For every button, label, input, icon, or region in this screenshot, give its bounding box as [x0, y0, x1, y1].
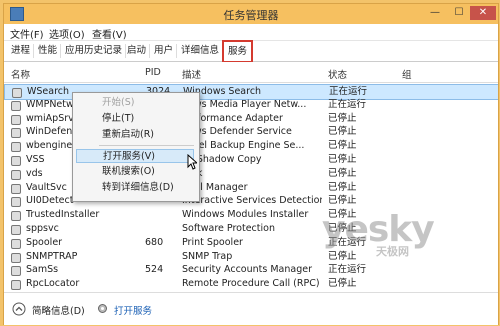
service-status: 正在运行 — [328, 264, 367, 276]
service-description: Remote Procedure Call (RPC) ... — [182, 278, 322, 290]
service-pid: 680 — [145, 236, 164, 248]
service-status: 已停止 — [328, 167, 357, 179]
service-description: Level Backup Engine Se... — [182, 140, 305, 152]
table-row[interactable]: sppsvc Software Protection 已停止 — [4, 222, 498, 236]
service-pid: 524 — [145, 264, 164, 276]
menu-item-goto-details[interactable]: 转到详细信息(D) — [76, 181, 194, 195]
service-status: 正在运行 — [329, 86, 368, 97]
service-icon — [11, 252, 21, 263]
close-button[interactable]: ✕ — [470, 6, 496, 20]
service-icon — [11, 225, 21, 235]
service-status: 已停止 — [328, 154, 357, 165]
column-pid[interactable]: PID — [145, 67, 161, 78]
service-icon — [11, 211, 21, 222]
service-description: Interactive Services Detection — [182, 195, 322, 207]
service-description: Software Protection — [182, 223, 275, 234]
service-description: dows Media Player Netw... — [182, 98, 307, 110]
table-row[interactable]: RpcLocator Remote Procedure Call (RPC) ..… — [4, 277, 498, 291]
service-status: 已停止 — [328, 250, 357, 262]
service-icon — [11, 169, 21, 180]
service-icon — [11, 266, 21, 277]
open-services-link[interactable]: 打开服务 — [114, 303, 152, 317]
service-icon — [11, 280, 21, 291]
maximize-button[interactable]: ☐ — [448, 6, 470, 20]
service-status: 已停止 — [328, 209, 357, 221]
service-icon — [11, 128, 21, 139]
menu-options[interactable]: 选项(O) — [49, 26, 85, 41]
service-icon — [11, 183, 21, 194]
menu-item-open-services[interactable]: 打开服务(V) — [76, 149, 194, 163]
menu-view[interactable]: 查看(V) — [92, 26, 127, 41]
mouse-cursor-icon — [187, 154, 197, 170]
service-description: Windows Modules Installer — [182, 209, 309, 221]
table-row[interactable]: TrustedInstaller Windows Modules Installe… — [4, 208, 498, 222]
column-description[interactable]: 描述 — [182, 67, 201, 81]
service-icon — [11, 197, 21, 208]
context-menu: 开始(S) 停止(T) 重新启动(R) 打开服务(V) 联机搜索(O) 转到详细… — [72, 92, 200, 202]
task-manager-window: 任务管理器 — ☐ ✕ 文件(F) 选项(O) 查看(V) 进程 性能 应用历史… — [3, 3, 499, 325]
menu-separator — [99, 145, 194, 146]
service-description: Performance Adapter — [182, 112, 283, 124]
column-group[interactable]: 组 — [402, 67, 412, 81]
service-description: ne Shadow Copy — [182, 154, 262, 165]
tab-users[interactable]: 用户 — [151, 44, 178, 58]
tab-performance[interactable]: 性能 — [35, 44, 62, 58]
table-row[interactable]: SamSs 524 Security Accounts Manager 正在运行 — [4, 263, 498, 277]
menu-item-stop[interactable]: 停止(T) — [76, 112, 194, 126]
service-status: 已停止 — [328, 223, 357, 234]
service-name: RpcLocator — [26, 278, 80, 290]
service-name: SamSs — [26, 264, 59, 276]
menu-item-search-online[interactable]: 联机搜索(O) — [76, 165, 194, 179]
tab-details[interactable]: 详细信息 — [178, 44, 224, 58]
table-row[interactable]: Spooler 680 Print Spooler 正在运行 — [4, 236, 498, 250]
service-name: SNMPTRAP — [26, 250, 78, 262]
menu-item-start[interactable]: 开始(S) — [76, 96, 194, 110]
service-status: 已停止 — [328, 278, 357, 290]
tab-app-history[interactable]: 应用历史记录 — [62, 44, 127, 58]
tab-bar: 进程 性能 应用历史记录 启动 用户 详细信息 服务 — [4, 40, 498, 63]
service-description: SNMP Trap — [182, 250, 233, 262]
service-description: ntial Manager — [182, 181, 248, 193]
service-icon — [11, 100, 21, 111]
title-bar: 任务管理器 — ☐ ✕ — [4, 4, 498, 22]
service-status: 已停止 — [328, 195, 357, 207]
menu-item-restart[interactable]: 重新启动(R) — [76, 128, 194, 142]
service-status: 已停止 — [328, 126, 357, 138]
tab-startup[interactable]: 启动 — [124, 44, 151, 58]
tab-services[interactable]: 服务 — [222, 40, 254, 63]
service-description: Disk — [182, 167, 322, 181]
service-status: 已停止 — [328, 140, 357, 152]
brief-info-link[interactable]: 简略信息(D) — [32, 303, 85, 317]
services-gear-icon — [98, 304, 107, 313]
column-name[interactable]: 名称 — [11, 67, 30, 81]
chevron-up-icon[interactable] — [12, 302, 26, 316]
service-status: 已停止 — [328, 181, 357, 193]
service-name: TrustedInstaller — [26, 209, 100, 221]
column-header-row: 名称 PID 描述 状态 组 — [4, 64, 498, 83]
minimize-button[interactable]: — — [424, 6, 446, 20]
service-description: Windows Search — [183, 86, 262, 97]
tab-processes[interactable]: 进程 — [8, 44, 35, 58]
service-icon — [11, 238, 21, 249]
service-icon — [11, 142, 21, 153]
status-bar: 简略信息(D) 打开服务 — [4, 292, 498, 325]
service-description: Security Accounts Manager — [182, 264, 312, 276]
menu-bar: 文件(F) 选项(O) 查看(V) — [4, 24, 498, 41]
service-icon — [12, 88, 22, 98]
service-icon — [11, 156, 21, 166]
table-row[interactable]: SNMPTRAP SNMP Trap 已停止 — [4, 250, 498, 264]
menu-file[interactable]: 文件(F) — [10, 26, 44, 41]
service-status: 正在运行 — [328, 236, 367, 248]
service-icon — [11, 114, 21, 125]
service-status: 正在运行 — [328, 98, 367, 110]
column-status[interactable]: 状态 — [328, 67, 347, 81]
service-name: Spooler — [26, 236, 63, 248]
service-description: dows Defender Service — [182, 126, 292, 138]
service-name: sppsvc — [26, 223, 59, 234]
service-status: 已停止 — [328, 112, 357, 124]
service-description: Print Spooler — [182, 236, 243, 248]
